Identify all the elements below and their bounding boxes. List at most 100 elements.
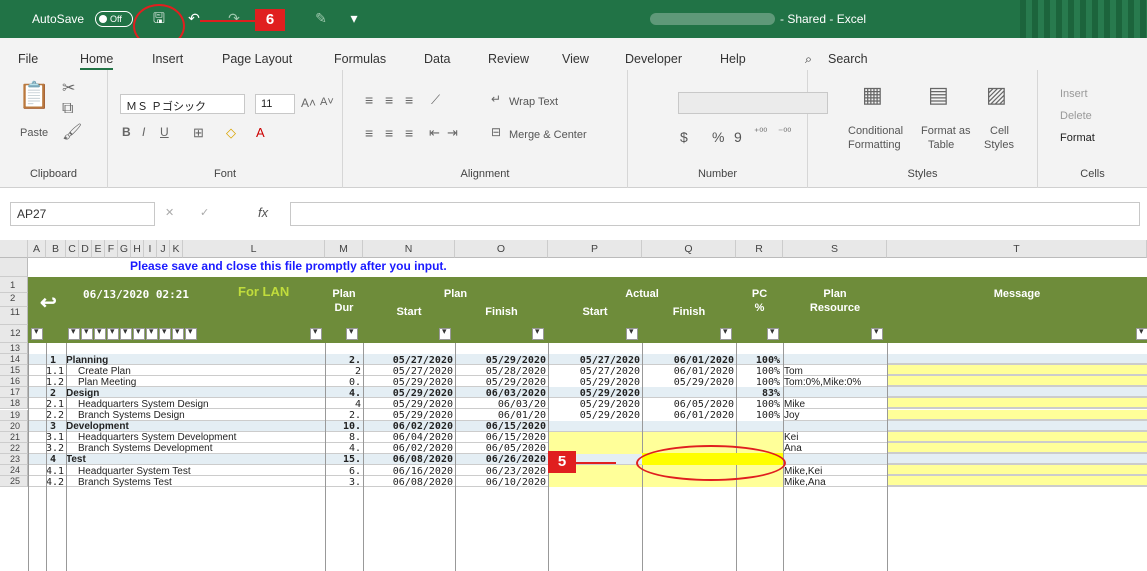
borders-icon[interactable]: ⊞ — [193, 125, 204, 141]
cell-dur[interactable]: 4 — [325, 399, 361, 410]
message-cell[interactable] — [887, 365, 1147, 376]
cell-astart[interactable]: 05/29/2020 — [548, 399, 640, 410]
cell-astart[interactable] — [548, 477, 640, 488]
row-header-23[interactable]: 23 — [0, 453, 28, 465]
col-m-header[interactable]: M — [325, 240, 363, 258]
cell-pc[interactable]: 83% — [736, 388, 780, 399]
wrap-text-icon[interactable]: ↵ — [491, 92, 501, 106]
currency-button[interactable]: $ — [680, 129, 688, 145]
col-c-header[interactable]: C — [66, 240, 79, 258]
cell-res[interactable]: Tom — [784, 366, 886, 377]
cell-name[interactable]: Headquarter System Test — [78, 466, 337, 477]
merge-icon[interactable]: ⊟ — [491, 125, 501, 139]
filter-dropdown-icon[interactable] — [532, 326, 544, 340]
col-s-header[interactable]: S — [783, 240, 887, 258]
col-k-header[interactable]: K — [170, 240, 183, 258]
tab-view[interactable]: View — [562, 52, 589, 66]
message-cell[interactable] — [887, 376, 1147, 387]
font-name-select[interactable]: ＭＳ Ｐゴシック — [120, 94, 245, 114]
bold-icon[interactable]: B — [122, 125, 131, 139]
tab-search[interactable]: Search — [828, 52, 868, 66]
cell-afinish[interactable]: 06/05/2020 — [642, 399, 734, 410]
col-p-header[interactable]: P — [548, 240, 642, 258]
undo-icon[interactable]: ↶ — [185, 9, 203, 27]
cell-id[interactable]: 4.1 — [46, 466, 66, 477]
col-b-header[interactable]: B — [46, 240, 66, 258]
cell-name[interactable]: Branch Systems Design — [78, 410, 337, 421]
cell-res[interactable]: Ana — [784, 443, 886, 454]
tab-data[interactable]: Data — [424, 52, 450, 66]
cell-name[interactable]: Headquarters System Design — [78, 399, 337, 410]
cell-res[interactable]: Kei — [784, 432, 886, 443]
row-header-14[interactable]: 14 — [0, 354, 28, 366]
message-cell[interactable] — [887, 442, 1147, 453]
fill-color-icon[interactable]: ◇ — [226, 125, 236, 141]
insert-cells-button[interactable]: Insert — [1060, 88, 1088, 100]
cell-astart[interactable] — [548, 421, 640, 432]
fx-icon[interactable]: fx — [258, 202, 288, 226]
underline-icon[interactable]: U — [160, 125, 169, 139]
col-q-header[interactable]: Q — [642, 240, 736, 258]
cell-pc[interactable] — [736, 421, 780, 432]
message-cell[interactable] — [887, 465, 1147, 476]
select-all-corner[interactable] — [0, 240, 28, 258]
col-a-header[interactable]: A — [28, 240, 46, 258]
cell-astart[interactable]: 05/29/2020 — [548, 388, 640, 399]
cell-pstart[interactable]: 06/08/2020 — [363, 454, 453, 465]
align-center-icon[interactable]: ≡ — [385, 125, 393, 141]
cell-res[interactable]: Tom:0%,Mike:0% — [784, 377, 886, 388]
filter-dropdown-icon[interactable] — [133, 326, 145, 340]
row-header-12[interactable]: 12 — [0, 325, 28, 343]
cell-afinish[interactable]: 06/01/2020 — [642, 410, 734, 421]
filter-dropdown-icon[interactable] — [346, 326, 358, 340]
col-r-header[interactable]: R — [736, 240, 783, 258]
cell-name[interactable]: Headquarters System Development — [78, 432, 337, 443]
tab-review[interactable]: Review — [488, 52, 529, 66]
row-header-16[interactable]: 16 — [0, 376, 28, 388]
filter-dropdown-icon[interactable] — [185, 326, 197, 340]
cell-id[interactable]: 2.2 — [46, 410, 66, 421]
cell-pfinish[interactable]: 06/03/2020 — [455, 388, 546, 399]
cell-pstart[interactable]: 06/04/2020 — [363, 432, 453, 443]
paste-icon[interactable]: 📋 — [18, 80, 50, 111]
row-header-21[interactable]: 21 — [0, 431, 28, 443]
filter-dropdown-icon[interactable] — [439, 326, 451, 340]
align-right-icon[interactable]: ≡ — [405, 125, 413, 141]
cell-pfinish[interactable]: 05/29/2020 — [455, 377, 546, 388]
cell-pc[interactable]: 100% — [736, 377, 780, 388]
delete-cells-button[interactable]: Delete — [1060, 110, 1092, 122]
filter-dropdown-icon[interactable] — [1136, 326, 1147, 340]
cell-afinish[interactable] — [642, 432, 734, 443]
align-top-icon[interactable]: ≡ — [365, 92, 373, 108]
redo-icon[interactable]: ↷ — [225, 9, 243, 27]
align-middle-icon[interactable]: ≡ — [385, 92, 393, 108]
tab-developer[interactable]: Developer — [625, 52, 682, 66]
col-h-header[interactable]: H — [131, 240, 144, 258]
cell-afinish[interactable] — [642, 421, 734, 432]
cell-dur[interactable]: 0. — [325, 377, 361, 388]
cell-pfinish[interactable]: 05/29/2020 — [455, 355, 546, 366]
cell-pfinish[interactable]: 06/03/20 — [455, 399, 546, 410]
tab-help[interactable]: Help — [720, 52, 746, 66]
format-as-table-button[interactable]: Format as — [921, 125, 971, 137]
increase-decimal-icon[interactable]: ⁺⁰⁰ — [754, 127, 767, 138]
row-header-1[interactable]: 1 — [0, 277, 28, 293]
cell-pstart[interactable]: 06/02/2020 — [363, 443, 453, 454]
cell-name[interactable]: Planning — [66, 355, 325, 366]
return-arrow-icon[interactable]: ↩ — [40, 290, 57, 315]
filter-dropdown-icon[interactable] — [767, 326, 779, 340]
message-cell[interactable] — [887, 453, 1147, 464]
filter-dropdown-icon[interactable] — [94, 326, 106, 340]
cell-afinish[interactable]: 06/01/2020 — [642, 366, 734, 377]
cell-pfinish[interactable]: 06/15/2020 — [455, 421, 546, 432]
cell-dur[interactable]: 2 — [325, 366, 361, 377]
filter-dropdown-icon[interactable] — [871, 326, 883, 340]
autosave-toggle[interactable]: Off — [95, 11, 133, 27]
name-box[interactable]: AP27 — [10, 202, 155, 226]
search-icon[interactable]: ⌕ — [805, 52, 812, 67]
copy-icon[interactable]: ⧉ — [62, 100, 73, 118]
filter-dropdown-icon[interactable] — [146, 326, 158, 340]
tab-home[interactable]: Home — [80, 52, 114, 71]
cell-styles-button[interactable]: Cell — [990, 125, 1009, 137]
cell-pfinish[interactable]: 05/28/2020 — [455, 366, 546, 377]
